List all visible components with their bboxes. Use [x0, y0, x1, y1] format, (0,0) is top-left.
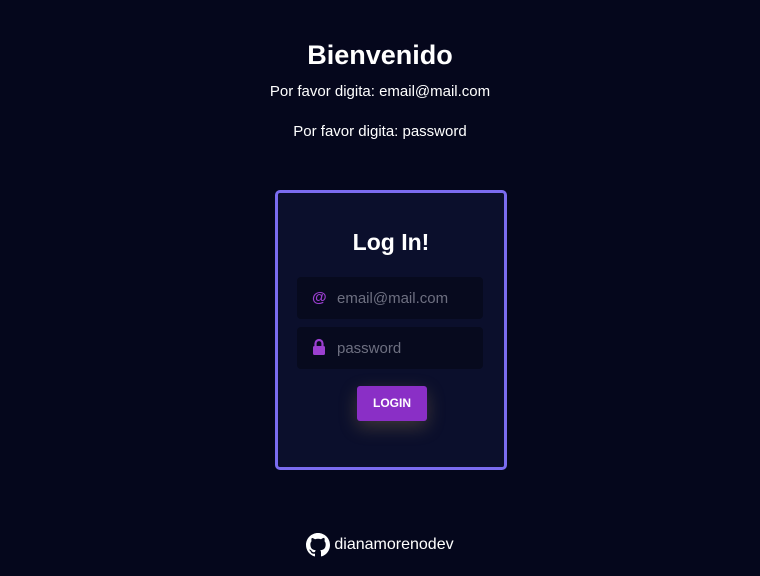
at-icon: @: [312, 289, 327, 306]
login-page: Bienvenido Por favor digita: email@mail.…: [0, 0, 760, 576]
footer: dianamorenodev: [0, 533, 760, 557]
login-card-title: Log In!: [352, 229, 430, 255]
github-icon: [306, 533, 331, 557]
login-button[interactable]: LOGIN: [357, 386, 427, 421]
email-hint: Por favor digita: email@mail.com: [269, 83, 491, 100]
password-input[interactable]: [337, 327, 477, 369]
github-username: dianamorenodev: [334, 536, 454, 553]
email-input[interactable]: [337, 277, 477, 319]
password-hint: Por favor digita: password: [293, 123, 467, 140]
lock-icon: [312, 338, 328, 358]
password-field[interactable]: [297, 327, 483, 369]
page-title: Bienvenido: [307, 40, 453, 70]
email-field[interactable]: @: [297, 277, 483, 319]
login-card: Log In! @ LOGIN: [275, 190, 507, 470]
github-profile-link[interactable]: dianamorenodev: [306, 533, 454, 557]
